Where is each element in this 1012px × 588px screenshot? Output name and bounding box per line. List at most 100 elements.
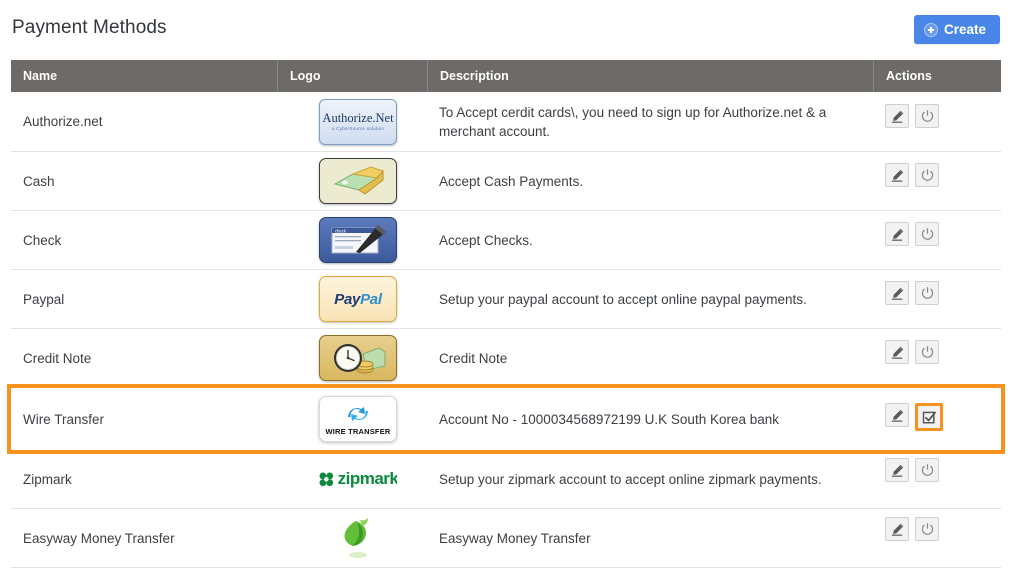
cell-logo: PayPal — [277, 270, 427, 328]
table-row[interactable]: Paypal PayPal Setup your paypal account to… — [11, 270, 1001, 329]
edit-action-button[interactable] — [885, 104, 909, 128]
cell-description: Easyway Money Transfer — [427, 509, 873, 567]
status-action-button[interactable] — [915, 403, 943, 431]
column-header-name: Name — [23, 69, 58, 83]
pencil-edit-icon — [890, 109, 905, 124]
status-action-button[interactable] — [915, 163, 939, 187]
edit-action-button[interactable] — [885, 163, 909, 187]
column-header-logo: Logo — [277, 60, 427, 92]
table-row[interactable]: Check check Accept Checks. — [11, 211, 1001, 270]
power-toggle-icon — [920, 286, 935, 301]
payment-method-name: Check — [23, 232, 62, 248]
pencil-edit-icon — [890, 168, 905, 183]
cell-actions — [873, 270, 1001, 328]
cell-logo — [277, 152, 427, 210]
logo-authorize-net: Authorize.Net a CyberSource solution — [319, 98, 397, 145]
status-action-button[interactable] — [915, 458, 939, 482]
payment-method-description: To Accept cerdit cards\, you need to sig… — [439, 104, 827, 139]
cell-actions — [873, 329, 1001, 387]
table-row[interactable]: Cash Accept Cash Payments. — [11, 152, 1001, 211]
logo-wire-transfer: WIRE TRANSFER — [319, 396, 397, 442]
edit-action-button[interactable] — [885, 222, 909, 246]
cell-description: Accept Checks. — [427, 211, 873, 269]
logo-credit-note — [319, 335, 397, 381]
cell-description: Account No - 1000034568972199 U.K South … — [427, 388, 873, 450]
payment-method-name: Credit Note — [23, 350, 92, 366]
table-row[interactable]: Zipmark zipmark Setup your zipmark account… — [11, 450, 1001, 509]
payment-method-description: Setup your zipmark account to accept onl… — [439, 471, 822, 487]
cell-name: Authorize.net — [11, 92, 277, 151]
cell-actions — [873, 450, 1001, 508]
pencil-edit-icon — [890, 463, 905, 478]
payment-methods-page: Payment Methods Create Name Logo Descrip… — [0, 0, 1012, 588]
status-action-button[interactable] — [915, 222, 939, 246]
power-toggle-icon — [920, 227, 935, 242]
pencil-edit-icon — [890, 408, 905, 423]
payment-method-description: Account No - 1000034568972199 U.K South … — [439, 411, 779, 427]
payment-methods-table: Name Logo Description Actions Authorize.… — [7, 60, 1005, 568]
status-action-button[interactable] — [915, 104, 939, 128]
payment-method-description: Setup your paypal account to accept onli… — [439, 291, 807, 307]
logo-paypal: PayPal — [319, 276, 397, 322]
pencil-edit-icon — [890, 345, 905, 360]
pencil-edit-icon — [890, 286, 905, 301]
status-action-button[interactable] — [915, 340, 939, 364]
edit-action-button[interactable] — [885, 458, 909, 482]
cell-description: Credit Note — [427, 329, 873, 387]
cell-name: Check — [11, 211, 277, 269]
edit-action-button[interactable] — [885, 403, 909, 427]
cell-logo: Authorize.Net a CyberSource solution — [277, 92, 427, 151]
pencil-edit-icon — [890, 522, 905, 537]
logo-easyway — [319, 515, 397, 561]
power-toggle-icon — [920, 522, 935, 537]
cell-name: Cash — [11, 152, 277, 210]
column-header-actions: Actions — [873, 60, 1001, 92]
payment-method-name: Cash — [23, 173, 55, 189]
cell-description: Setup your zipmark account to accept onl… — [427, 450, 873, 508]
logo-check: check — [319, 217, 397, 263]
create-button[interactable]: Create — [913, 15, 1000, 44]
table-row[interactable]: Authorize.net Authorize.Net a CyberSource … — [11, 92, 1001, 152]
table-body: Authorize.net Authorize.Net a CyberSource … — [7, 92, 1005, 568]
table-row[interactable]: Wire Transfer WIRE TRANSFER Account No - 1… — [7, 384, 1005, 454]
cell-name: Credit Note — [11, 329, 277, 387]
payment-method-name: Easyway Money Transfer — [23, 530, 175, 546]
payment-method-description: Accept Checks. — [439, 232, 533, 248]
edit-action-button[interactable] — [885, 517, 909, 541]
logo-zipmark: zipmark — [319, 456, 397, 502]
edit-action-button[interactable] — [885, 281, 909, 305]
cell-logo — [277, 509, 427, 567]
cell-logo: check — [277, 211, 427, 269]
cell-logo: zipmark — [277, 450, 427, 508]
checkbox-checked-icon — [922, 410, 937, 425]
cell-name: Zipmark — [11, 450, 277, 508]
table-row[interactable]: Credit Note Credit Note — [11, 329, 1001, 388]
cell-actions — [873, 152, 1001, 210]
status-action-button[interactable] — [915, 517, 939, 541]
power-toggle-icon — [920, 168, 935, 183]
payment-method-name: Zipmark — [23, 471, 72, 487]
cell-name: Easyway Money Transfer — [11, 509, 277, 567]
cell-description: To Accept cerdit cards\, you need to sig… — [427, 92, 873, 151]
cell-name: Wire Transfer — [11, 388, 277, 450]
cell-actions — [873, 92, 1001, 151]
table-row[interactable]: Easyway Money Transfer Easyway Money Tran… — [11, 509, 1001, 568]
payment-method-name: Authorize.net — [23, 114, 103, 129]
payment-method-description: Credit Note — [439, 350, 508, 366]
status-action-button[interactable] — [915, 281, 939, 305]
cell-name: Paypal — [11, 270, 277, 328]
cell-logo: WIRE TRANSFER — [277, 388, 427, 450]
edit-action-button[interactable] — [885, 340, 909, 364]
payment-method-name: Paypal — [23, 291, 65, 307]
pencil-edit-icon — [890, 227, 905, 242]
payment-method-name: Wire Transfer — [23, 411, 105, 427]
cell-actions — [873, 211, 1001, 269]
cell-actions — [873, 509, 1001, 567]
svg-text:check: check — [335, 228, 347, 233]
power-toggle-icon — [920, 345, 935, 360]
page-header: Payment Methods Create — [0, 0, 1012, 58]
page-title: Payment Methods — [12, 17, 167, 38]
power-toggle-icon — [920, 463, 935, 478]
payment-method-description: Easyway Money Transfer — [439, 530, 591, 546]
table-header-row: Name Logo Description Actions — [11, 60, 1001, 92]
